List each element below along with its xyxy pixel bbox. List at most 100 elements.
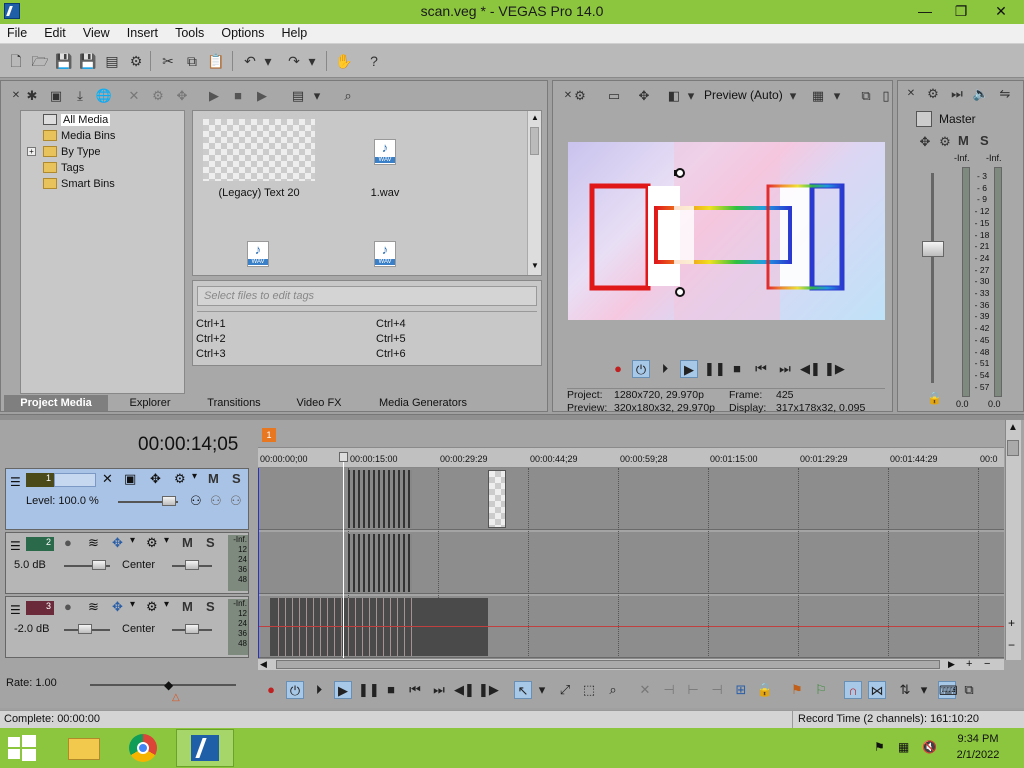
- video-output-fx-icon[interactable]: ✥: [635, 87, 653, 105]
- minimize-track-icon[interactable]: ☰: [10, 475, 21, 489]
- play-icon[interactable]: ▶: [205, 87, 223, 105]
- master-fx-icon[interactable]: ⏭: [948, 85, 966, 103]
- next-frame-icon[interactable]: ❚▶: [478, 681, 499, 699]
- tags-input[interactable]: Select files to edit tags: [197, 286, 537, 306]
- menu-options[interactable]: Options: [214, 24, 271, 42]
- zoom-tool-icon[interactable]: ⌕: [604, 681, 622, 699]
- volume-muted-icon[interactable]: 🔇: [922, 740, 937, 754]
- invert-phase-icon[interactable]: ≋: [88, 535, 99, 551]
- level-slider-knob[interactable]: [162, 496, 176, 506]
- timecode-display[interactable]: 00:00:14;05: [138, 434, 238, 456]
- previous-frame-icon[interactable]: ◀❚: [454, 681, 475, 699]
- action-center-flag-icon[interactable]: ⚑: [874, 740, 885, 754]
- open-icon[interactable]: 🗁: [30, 51, 50, 71]
- cut-icon[interactable]: ✂: [158, 51, 178, 71]
- horizontal-timeline-scrollbar[interactable]: ◀ ▶ + −: [258, 658, 1004, 670]
- mute-button[interactable]: M: [182, 535, 193, 550]
- file-name[interactable]: (Legacy) Text 20: [197, 187, 321, 199]
- zoom-out-time-icon[interactable]: −: [984, 658, 990, 670]
- track-gear-dropdown-icon[interactable]: ▾: [192, 471, 197, 482]
- insert-marker-icon[interactable]: ⚑: [788, 681, 806, 699]
- play-from-start-icon[interactable]: ⏵: [310, 681, 328, 699]
- quality-dropdown-icon[interactable]: ▾: [787, 87, 799, 105]
- track-number[interactable]: 3: [26, 601, 54, 615]
- volume-envelope[interactable]: [258, 626, 1004, 627]
- scroll-thumb[interactable]: [1007, 440, 1019, 456]
- wav-file-icon[interactable]: [374, 241, 396, 267]
- composite-mask-icon[interactable]: ⚇: [230, 493, 242, 509]
- master-gear-small-icon[interactable]: ⚙: [936, 133, 954, 151]
- whats-this-help-icon[interactable]: ?: [364, 51, 384, 71]
- save-as-icon[interactable]: 💾: [78, 51, 98, 71]
- copy-snapshot-icon[interactable]: ⧉: [857, 87, 875, 105]
- track-header-audio-2[interactable]: ☰ 2 ● ≋ ✥ ▾ ⚙ ▾ M S 5.0 dB Center -Inf. …: [5, 532, 249, 594]
- auto-preview-icon[interactable]: ▶: [253, 87, 271, 105]
- zoom-out-icon[interactable]: −: [1008, 638, 1015, 652]
- new-icon[interactable]: 🗋: [6, 51, 26, 71]
- save-snapshot-icon[interactable]: ▯: [877, 87, 895, 105]
- expand-icon[interactable]: +: [27, 147, 36, 156]
- menu-file[interactable]: File: [0, 24, 34, 42]
- vegas-taskbar-icon[interactable]: [176, 729, 234, 767]
- import-media-icon[interactable]: ✱: [23, 87, 41, 105]
- go-to-start-icon[interactable]: ⏮: [406, 681, 424, 699]
- file-explorer-taskbar-icon[interactable]: [58, 730, 110, 766]
- audio-event-3[interactable]: [270, 598, 488, 656]
- trim-end-icon[interactable]: ⊣: [708, 681, 726, 699]
- downmix-icon[interactable]: ⇋: [996, 85, 1014, 103]
- preview-quality-dropdown[interactable]: Preview (Auto): [704, 88, 783, 102]
- track-gear-dropdown-icon[interactable]: ▾: [164, 599, 169, 610]
- video-event-cluster[interactable]: [348, 470, 412, 528]
- volume-slider-knob[interactable]: [78, 624, 92, 634]
- record-icon[interactable]: ●: [262, 681, 280, 699]
- overlays-grid-icon[interactable]: ▦: [809, 87, 827, 105]
- arm-record-icon[interactable]: ●: [64, 535, 72, 550]
- external-monitor-icon[interactable]: ▭: [605, 87, 623, 105]
- network-icon[interactable]: ▦: [898, 740, 909, 754]
- globe-icon[interactable]: 🌐: [95, 87, 113, 105]
- render-as-icon[interactable]: ▤: [102, 51, 122, 71]
- track-number[interactable]: 1: [26, 473, 54, 487]
- scroll-thumb[interactable]: [530, 127, 539, 155]
- overlays-dropdown-icon[interactable]: ▾: [831, 87, 843, 105]
- composite-parent-icon[interactable]: ⚇: [210, 493, 222, 509]
- wav-file-icon[interactable]: [374, 139, 396, 165]
- get-media-icon[interactable]: ⤓: [71, 87, 89, 105]
- tag-shortcut[interactable]: Ctrl+5: [376, 333, 406, 345]
- speaker-icon[interactable]: 🔈: [972, 85, 990, 103]
- master-fader-knob[interactable]: [922, 241, 944, 257]
- record-icon[interactable]: ●: [609, 360, 627, 378]
- tab-explorer[interactable]: Explorer: [110, 395, 190, 411]
- delete-icon[interactable]: ✕: [636, 681, 654, 699]
- clock-time[interactable]: 9:34 PM: [948, 733, 1008, 745]
- track-motion-icon[interactable]: ✕: [102, 471, 113, 487]
- playhead-cursor[interactable]: [343, 452, 344, 658]
- tag-shortcut[interactable]: Ctrl+6: [376, 348, 406, 360]
- vertical-track-scrollbar[interactable]: ▲ + −: [1005, 420, 1021, 660]
- composite-child-icon[interactable]: ⚇: [190, 493, 202, 509]
- envelope-tool-icon[interactable]: ⤢: [556, 681, 574, 699]
- tab-project-media[interactable]: Project Media: [4, 395, 108, 411]
- track-number[interactable]: 2: [26, 537, 54, 551]
- ripple-edit-icon[interactable]: ⇅: [896, 681, 914, 699]
- properties-gear-icon[interactable]: ⚙: [126, 51, 146, 71]
- play-from-start-icon[interactable]: ⏵: [656, 360, 674, 378]
- pause-icon[interactable]: ❚❚: [358, 681, 380, 699]
- go-to-end-icon[interactable]: ⏭: [776, 360, 794, 378]
- tree-item-smart-bins[interactable]: Smart Bins: [43, 177, 115, 191]
- menu-edit[interactable]: Edit: [37, 24, 73, 42]
- zoom-in-icon[interactable]: +: [1008, 616, 1015, 630]
- pan-slider-knob[interactable]: [185, 624, 199, 634]
- master-solo-button[interactable]: S: [980, 133, 989, 148]
- marker-1[interactable]: 1: [262, 428, 276, 442]
- split-dropdown-icon[interactable]: ▾: [685, 87, 697, 105]
- mute-button[interactable]: M: [208, 471, 219, 486]
- tag-shortcut[interactable]: Ctrl+2: [196, 333, 226, 345]
- minimize-track-icon[interactable]: ☰: [10, 603, 21, 617]
- selection-tool-icon[interactable]: ⬚: [580, 681, 598, 699]
- remove-icon[interactable]: ✕: [125, 87, 143, 105]
- paste-icon[interactable]: 📋: [206, 51, 226, 71]
- wav-file-icon[interactable]: [247, 241, 269, 267]
- restore-button[interactable]: ❐: [946, 0, 976, 22]
- save-icon[interactable]: 💾: [54, 51, 74, 71]
